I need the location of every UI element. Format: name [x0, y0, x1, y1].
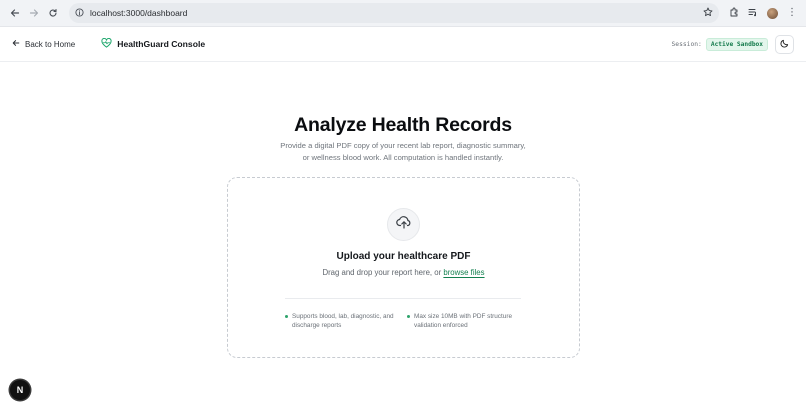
brand: HealthGuard Console — [101, 35, 205, 53]
back-arrow-icon[interactable] — [6, 4, 24, 22]
session-indicator: Session: Active Sandbox — [671, 37, 768, 51]
dropzone-hint: Drag and drop your report here, or brows… — [228, 268, 579, 277]
url-text[interactable]: localhost:3000/dashboard — [90, 8, 187, 18]
browse-files-link[interactable]: browse files — [443, 268, 484, 277]
session-status-badge: Active Sandbox — [705, 37, 768, 51]
divider — [285, 298, 521, 299]
main-content: Analyze Health Records Provide a digital… — [0, 62, 806, 407]
star-icon[interactable] — [703, 4, 713, 22]
pdf-dropzone[interactable]: Upload your healthcare PDF Drag and drop… — [227, 177, 580, 358]
upload-icon-container — [387, 208, 420, 241]
feature-item: Max size 10MB with PDF structure validat… — [407, 312, 517, 330]
feature-text: Max size 10MB with PDF structure validat… — [414, 313, 513, 329]
app-header: Back to Home HealthGuard Console Session… — [0, 27, 806, 62]
menu-icon[interactable]: ⋮ — [787, 8, 797, 18]
moon-icon — [780, 35, 789, 53]
feature-text: Supports blood, lab, diagnostic, and dis… — [292, 313, 394, 329]
browser-toolbar: localhost:3000/dashboard ⋮ — [0, 0, 806, 27]
dropzone-title: Upload your healthcare PDF — [336, 251, 471, 262]
site-info-icon[interactable] — [75, 4, 84, 22]
page-title: Analyze Health Records — [294, 114, 512, 136]
page-subtitle: Provide a digital PDF copy of your recen… — [280, 141, 526, 162]
heart-pulse-icon — [101, 35, 112, 53]
back-to-home-label: Back to Home — [25, 39, 76, 49]
bullet-dot-icon — [407, 315, 410, 318]
bullet-dot-icon — [285, 315, 288, 318]
dropzone-hint-text: Drag and drop your report here, or — [322, 268, 442, 277]
dev-tools-badge[interactable]: N — [10, 380, 30, 400]
feature-item: Supports blood, lab, diagnostic, and dis… — [285, 312, 397, 330]
arrow-left-icon — [12, 39, 20, 49]
cloud-upload-icon — [395, 215, 412, 234]
theme-toggle-button[interactable] — [775, 34, 794, 54]
session-label: Session: — [671, 40, 702, 48]
address-bar[interactable]: localhost:3000/dashboard — [69, 3, 719, 23]
profile-avatar[interactable] — [767, 7, 778, 19]
reload-icon[interactable] — [44, 4, 62, 22]
media-icon[interactable] — [748, 4, 758, 22]
forward-arrow-icon[interactable] — [25, 4, 43, 22]
back-to-home-link[interactable]: Back to Home — [12, 39, 75, 49]
extensions-icon[interactable] — [729, 4, 739, 22]
brand-name: HealthGuard Console — [117, 39, 206, 49]
